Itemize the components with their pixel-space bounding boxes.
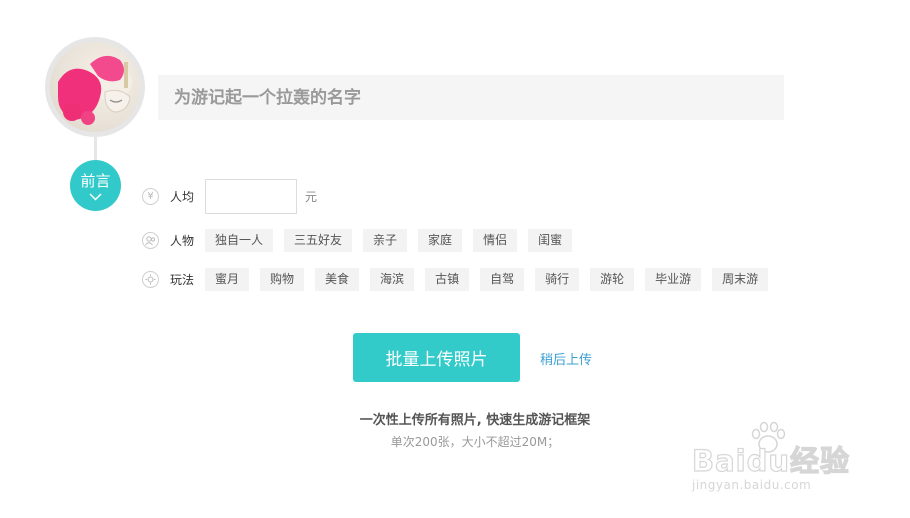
budget-input[interactable] bbox=[205, 179, 297, 214]
activities-label: 玩法 bbox=[170, 273, 195, 287]
people-tag-5[interactable]: 闺蜜 bbox=[528, 229, 573, 252]
avatar-ring bbox=[45, 37, 145, 137]
activity-tag-1[interactable]: 购物 bbox=[260, 268, 305, 291]
baidu-jingyan-watermark: Baidu经验 jingyan.baidu.com bbox=[690, 420, 860, 500]
timeline-connector bbox=[94, 137, 97, 161]
compass-icon bbox=[142, 271, 159, 288]
activities-row: 玩法 蜜月 购物 美食 海滨 古镇 自驾 骑行 游轮 毕业游 周末游 bbox=[142, 268, 779, 291]
activity-tag-7[interactable]: 游轮 bbox=[590, 268, 635, 291]
budget-label: 人均 bbox=[170, 190, 195, 204]
people-row: 人物 独自一人 三五好友 亲子 家庭 情侣 闺蜜 bbox=[142, 229, 583, 252]
activity-tag-3[interactable]: 海滨 bbox=[370, 268, 415, 291]
avatar[interactable] bbox=[50, 42, 140, 132]
activity-tag-4[interactable]: 古镇 bbox=[425, 268, 470, 291]
batch-upload-button[interactable]: 批量上传照片 bbox=[353, 333, 520, 382]
budget-row: ¥ 人均 元 bbox=[142, 179, 317, 214]
people-tag-0[interactable]: 独自一人 bbox=[205, 229, 274, 252]
preface-label: 前言 bbox=[80, 172, 111, 190]
people-tags: 独自一人 三五好友 亲子 家庭 情侣 闺蜜 bbox=[205, 229, 583, 252]
people-tag-4[interactable]: 情侣 bbox=[473, 229, 518, 252]
yen-icon: ¥ bbox=[142, 188, 159, 205]
activity-tag-2[interactable]: 美食 bbox=[315, 268, 360, 291]
people-tag-1[interactable]: 三五好友 bbox=[284, 229, 353, 252]
avatar-image bbox=[58, 55, 132, 125]
activity-tag-6[interactable]: 骑行 bbox=[535, 268, 580, 291]
preface-badge[interactable]: 前言 bbox=[70, 160, 121, 211]
chevron-down-icon bbox=[89, 193, 102, 201]
people-tag-2[interactable]: 亲子 bbox=[363, 229, 408, 252]
people-label: 人物 bbox=[170, 234, 195, 248]
people-icon bbox=[142, 232, 159, 249]
activity-tag-0[interactable]: 蜜月 bbox=[205, 268, 250, 291]
activity-tag-9[interactable]: 周末游 bbox=[712, 268, 769, 291]
upload-later-link[interactable]: 稍后上传 bbox=[540, 349, 592, 368]
watermark-brand: Baidu经验 bbox=[691, 443, 851, 478]
activities-tags: 蜜月 购物 美食 海滨 古镇 自驾 骑行 游轮 毕业游 周末游 bbox=[205, 268, 779, 291]
activity-tag-8[interactable]: 毕业游 bbox=[645, 268, 702, 291]
budget-unit: 元 bbox=[305, 190, 318, 204]
activity-tag-5[interactable]: 自驾 bbox=[480, 268, 525, 291]
watermark-url: jingyan.baidu.com bbox=[692, 478, 812, 492]
people-tag-3[interactable]: 家庭 bbox=[418, 229, 463, 252]
travelogue-title-input[interactable] bbox=[158, 75, 784, 120]
